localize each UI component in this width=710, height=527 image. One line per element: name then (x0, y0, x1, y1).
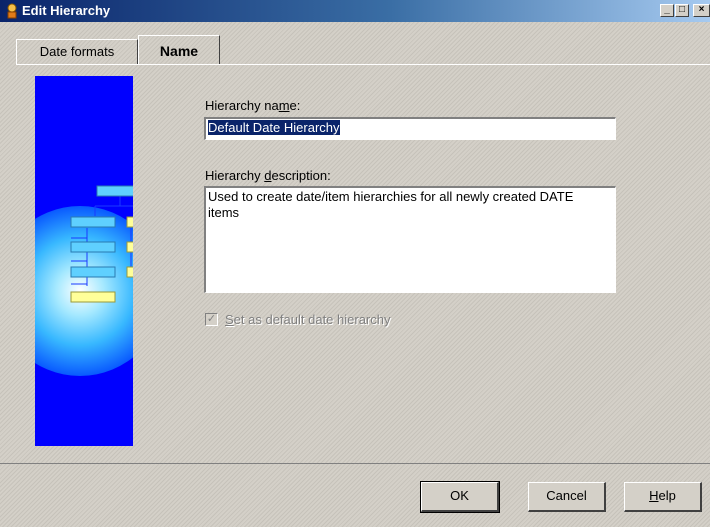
separator (0, 463, 710, 464)
hierarchy-illustration (35, 76, 133, 446)
maximize-button[interactable]: □ (675, 4, 689, 17)
hierarchy-description-label: Hierarchy description: (205, 168, 331, 183)
ok-button[interactable]: OK (420, 481, 500, 513)
tab-name[interactable]: Name (138, 35, 220, 65)
close-button[interactable]: × (693, 4, 710, 17)
edit-hierarchy-dialog: Edit Hierarchy _ □ × Date formats Name H… (0, 0, 710, 527)
hierarchy-name-input[interactable]: Default Date Hierarchy (204, 117, 616, 140)
tab-date-formats[interactable]: Date formats (16, 39, 138, 65)
help-button[interactable]: Help (624, 482, 702, 512)
cancel-button[interactable]: Cancel (528, 482, 606, 512)
hierarchy-diagram-icon (70, 185, 133, 303)
checkbox-check-icon: ✓ (205, 313, 218, 326)
window-title: Edit Hierarchy (22, 3, 111, 18)
default-hierarchy-checkbox-label: Set as default date hierarchy (225, 312, 391, 327)
hierarchy-name-label: Hierarchy name: (205, 98, 301, 113)
app-icon (7, 3, 17, 19)
title-bar[interactable]: Edit Hierarchy _ □ × (0, 0, 710, 22)
hierarchy-description-textarea[interactable]: Used to create date/item hierarchies for… (204, 186, 616, 293)
minimize-button[interactable]: _ (660, 4, 674, 17)
